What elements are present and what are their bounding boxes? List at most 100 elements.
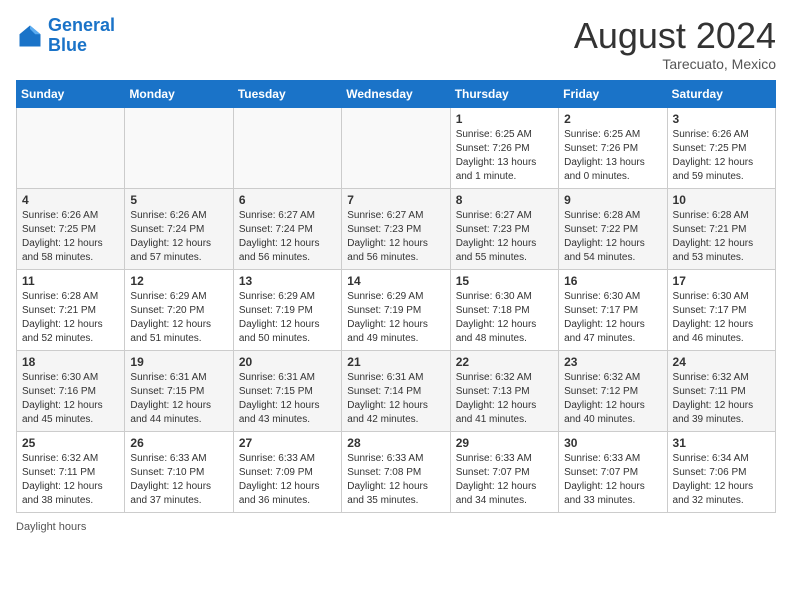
calendar-cell: 19Sunrise: 6:31 AM Sunset: 7:15 PM Dayli… <box>125 350 233 431</box>
week-row: 18 Sunrise: 6:30 AM Sunset: 7:16 PM Dayli… <box>17 350 776 431</box>
week-row: 25 Sunrise: 6:32 AM Sunset: 7:11 PM Dayli… <box>17 431 776 512</box>
day-info: Sunrise: 6:25 AM Sunset: 7:26 PM Dayligh… <box>564 128 661 184</box>
col-sunday: Sunday <box>17 80 125 107</box>
col-saturday: Saturday <box>667 80 775 107</box>
calendar-cell: 22 Sunrise: 6:32 AM Sunset: 7:13 PM Dayli… <box>450 350 558 431</box>
day-number: 29 <box>456 436 553 450</box>
day-info: Sunrise: 6:30 AM Sunset: 7:16 PM Dayligh… <box>22 371 119 427</box>
header-row: Sunday Monday Tuesday Wednesday Thursday… <box>17 80 776 107</box>
day-info: Sunrise: 6:30 AM Sunset: 7:17 PM Dayligh… <box>673 290 770 346</box>
day-number: 9 <box>564 193 661 207</box>
calendar-cell <box>17 107 125 188</box>
calendar-cell: 6 Sunrise: 6:27 AM Sunset: 7:24 PM Daylig… <box>233 188 341 269</box>
day-number: 26 <box>130 436 227 450</box>
day-number: 18 <box>22 355 119 369</box>
day-number: 15 <box>456 274 553 288</box>
day-info: Sunrise: 6:32 AM Sunset: 7:12 PM Dayligh… <box>564 371 661 427</box>
day-info: Sunrise: 6:26 AM Sunset: 7:25 PM Dayligh… <box>22 209 119 265</box>
day-number: 5 <box>130 193 227 207</box>
day-number: 8 <box>456 193 553 207</box>
calendar-cell: 8 Sunrise: 6:27 AM Sunset: 7:23 PM Daylig… <box>450 188 558 269</box>
day-info: Sunrise: 6:28 AM Sunset: 7:21 PM Dayligh… <box>673 209 770 265</box>
day-number: 3 <box>673 112 770 126</box>
day-info: Sunrise: 6:32 AM Sunset: 7:13 PM Dayligh… <box>456 371 553 427</box>
footer: Daylight hours <box>16 521 776 533</box>
day-info: Sunrise: 6:33 AM Sunset: 7:09 PM Dayligh… <box>239 452 336 508</box>
day-info: Sunrise: 6:31 AM Sunset: 7:14 PM Dayligh… <box>347 371 444 427</box>
col-wednesday: Wednesday <box>342 80 450 107</box>
day-info: Sunrise: 6:32 AM Sunset: 7:11 PM Dayligh… <box>673 371 770 427</box>
day-number: 21 <box>347 355 444 369</box>
calendar-cell: 21 Sunrise: 6:31 AM Sunset: 7:14 PM Dayli… <box>342 350 450 431</box>
day-number: 25 <box>22 436 119 450</box>
col-friday: Friday <box>559 80 667 107</box>
day-number: 12 <box>130 274 227 288</box>
title-block: August 2024 Tarecuato, Mexico <box>574 16 776 72</box>
day-number: 10 <box>673 193 770 207</box>
calendar-cell: 1 Sunrise: 6:25 AM Sunset: 7:26 PM Daylig… <box>450 107 558 188</box>
calendar-cell: 5 Sunrise: 6:26 AM Sunset: 7:24 PM Daylig… <box>125 188 233 269</box>
calendar-cell: 23 Sunrise: 6:32 AM Sunset: 7:12 PM Dayli… <box>559 350 667 431</box>
week-row: 4Sunrise: 6:26 AM Sunset: 7:25 PM Daylig… <box>17 188 776 269</box>
logo: General Blue <box>16 16 115 56</box>
day-number: 28 <box>347 436 444 450</box>
calendar-cell: 27 Sunrise: 6:33 AM Sunset: 7:09 PM Dayli… <box>233 431 341 512</box>
calendar-cell: 4Sunrise: 6:26 AM Sunset: 7:25 PM Daylig… <box>17 188 125 269</box>
day-number: 1 <box>456 112 553 126</box>
calendar-cell: 26 Sunrise: 6:33 AM Sunset: 7:10 PM Dayli… <box>125 431 233 512</box>
day-info: Sunrise: 6:29 AM Sunset: 7:19 PM Dayligh… <box>239 290 336 346</box>
calendar-cell: 16 Sunrise: 6:30 AM Sunset: 7:17 PM Dayli… <box>559 269 667 350</box>
day-number: 11 <box>22 274 119 288</box>
day-info: Sunrise: 6:26 AM Sunset: 7:24 PM Dayligh… <box>130 209 227 265</box>
day-number: 6 <box>239 193 336 207</box>
calendar-cell: 25 Sunrise: 6:32 AM Sunset: 7:11 PM Dayli… <box>17 431 125 512</box>
page-header: General Blue August 2024 Tarecuato, Mexi… <box>16 16 776 72</box>
calendar-cell: 28Sunrise: 6:33 AM Sunset: 7:08 PM Dayli… <box>342 431 450 512</box>
logo-icon <box>16 22 44 50</box>
day-info: Sunrise: 6:33 AM Sunset: 7:07 PM Dayligh… <box>456 452 553 508</box>
calendar-cell: 29 Sunrise: 6:33 AM Sunset: 7:07 PM Dayli… <box>450 431 558 512</box>
calendar-cell: 7 Sunrise: 6:27 AM Sunset: 7:23 PM Daylig… <box>342 188 450 269</box>
calendar-cell <box>125 107 233 188</box>
day-number: 16 <box>564 274 661 288</box>
day-info: Sunrise: 6:30 AM Sunset: 7:18 PM Dayligh… <box>456 290 553 346</box>
col-tuesday: Tuesday <box>233 80 341 107</box>
day-number: 7 <box>347 193 444 207</box>
day-info: Sunrise: 6:26 AM Sunset: 7:25 PM Dayligh… <box>673 128 770 184</box>
day-info: Sunrise: 6:32 AM Sunset: 7:11 PM Dayligh… <box>22 452 119 508</box>
day-info: Sunrise: 6:33 AM Sunset: 7:10 PM Dayligh… <box>130 452 227 508</box>
day-info: Sunrise: 6:27 AM Sunset: 7:23 PM Dayligh… <box>456 209 553 265</box>
day-number: 20 <box>239 355 336 369</box>
logo-text: General Blue <box>48 16 115 56</box>
calendar-cell: 9Sunrise: 6:28 AM Sunset: 7:22 PM Daylig… <box>559 188 667 269</box>
day-info: Sunrise: 6:25 AM Sunset: 7:26 PM Dayligh… <box>456 128 553 184</box>
col-thursday: Thursday <box>450 80 558 107</box>
calendar-cell: 17Sunrise: 6:30 AM Sunset: 7:17 PM Dayli… <box>667 269 775 350</box>
calendar-cell: 3 Sunrise: 6:26 AM Sunset: 7:25 PM Daylig… <box>667 107 775 188</box>
day-info: Sunrise: 6:28 AM Sunset: 7:21 PM Dayligh… <box>22 290 119 346</box>
day-number: 22 <box>456 355 553 369</box>
day-info: Sunrise: 6:34 AM Sunset: 7:06 PM Dayligh… <box>673 452 770 508</box>
day-info: Sunrise: 6:27 AM Sunset: 7:23 PM Dayligh… <box>347 209 444 265</box>
day-info: Sunrise: 6:30 AM Sunset: 7:17 PM Dayligh… <box>564 290 661 346</box>
day-number: 2 <box>564 112 661 126</box>
calendar-cell: 30Sunrise: 6:33 AM Sunset: 7:07 PM Dayli… <box>559 431 667 512</box>
calendar-cell: 14Sunrise: 6:29 AM Sunset: 7:19 PM Dayli… <box>342 269 450 350</box>
day-number: 31 <box>673 436 770 450</box>
day-number: 14 <box>347 274 444 288</box>
day-number: 23 <box>564 355 661 369</box>
day-number: 27 <box>239 436 336 450</box>
calendar-cell: 18 Sunrise: 6:30 AM Sunset: 7:16 PM Dayli… <box>17 350 125 431</box>
day-number: 19 <box>130 355 227 369</box>
location: Tarecuato, Mexico <box>574 56 776 72</box>
day-info: Sunrise: 6:33 AM Sunset: 7:07 PM Dayligh… <box>564 452 661 508</box>
day-info: Sunrise: 6:31 AM Sunset: 7:15 PM Dayligh… <box>239 371 336 427</box>
day-number: 13 <box>239 274 336 288</box>
calendar-cell: 15 Sunrise: 6:30 AM Sunset: 7:18 PM Dayli… <box>450 269 558 350</box>
col-monday: Monday <box>125 80 233 107</box>
calendar-cell: 31 Sunrise: 6:34 AM Sunset: 7:06 PM Dayli… <box>667 431 775 512</box>
week-row: 1 Sunrise: 6:25 AM Sunset: 7:26 PM Daylig… <box>17 107 776 188</box>
calendar-cell <box>233 107 341 188</box>
month-year: August 2024 <box>574 16 776 56</box>
day-info: Sunrise: 6:27 AM Sunset: 7:24 PM Dayligh… <box>239 209 336 265</box>
